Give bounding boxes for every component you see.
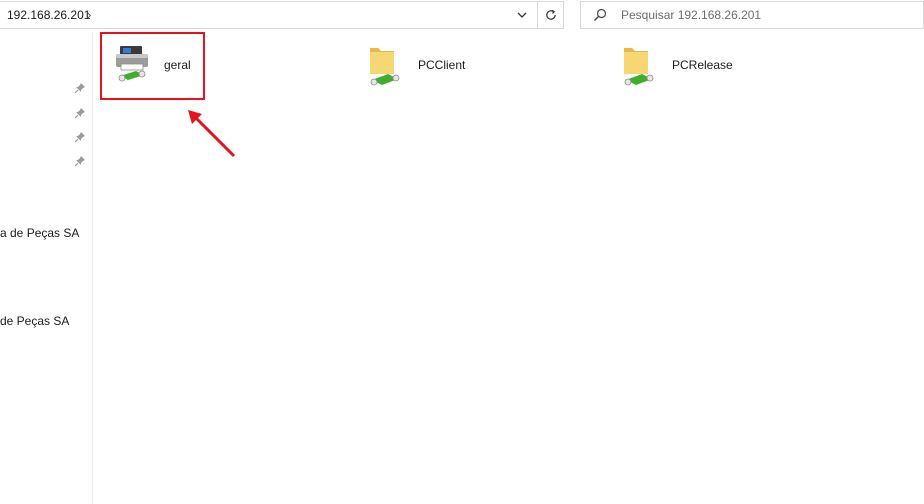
search-icon <box>593 8 607 25</box>
item-label[interactable]: PCClient <box>418 58 465 72</box>
nav-item-network-2[interactable]: de Peças SA <box>0 314 69 328</box>
share-item-pcrelease[interactable]: PCRelease <box>618 40 738 96</box>
breadcrumb-ip[interactable]: 192.168.26.201 <box>7 8 90 22</box>
shared-folder-icon <box>364 40 410 86</box>
nav-item-network-1[interactable]: a de Peças SA <box>0 226 79 240</box>
pin-icon[interactable] <box>74 155 86 167</box>
annotation-arrow-icon <box>188 110 236 158</box>
shared-folder-icon <box>618 40 664 86</box>
search-box[interactable]: Pesquisar 192.168.26.201 <box>580 1 924 29</box>
address-bar[interactable]: 192.168.26.201 › <box>0 1 564 29</box>
share-item-pcclient[interactable]: PCClient <box>364 40 474 96</box>
search-input[interactable]: Pesquisar 192.168.26.201 <box>621 8 761 22</box>
breadcrumb-separator-icon[interactable]: › <box>87 7 91 22</box>
highlight-box <box>100 32 205 100</box>
pin-icon[interactable] <box>74 131 86 143</box>
chevron-down-icon[interactable] <box>509 2 535 28</box>
item-label[interactable]: PCRelease <box>672 58 733 72</box>
navigation-pane: a de Peças SA de Peças SA <box>0 32 93 504</box>
toolbar: 192.168.26.201 › Pesquisar 192.168.26.20… <box>0 0 924 32</box>
refresh-icon[interactable] <box>537 2 564 28</box>
pin-icon[interactable] <box>74 107 86 119</box>
pin-icon[interactable] <box>74 82 86 94</box>
